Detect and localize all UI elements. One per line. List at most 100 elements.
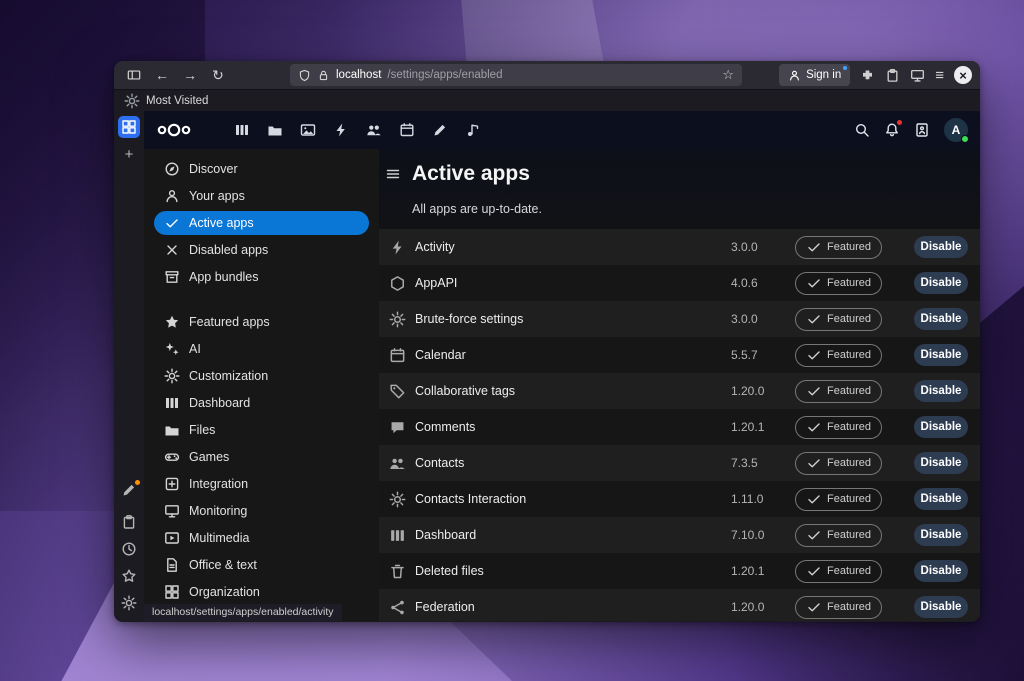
- dashboard-app-icon[interactable]: [234, 122, 250, 138]
- app-name[interactable]: Comments: [415, 420, 731, 434]
- avatar-letter: A: [952, 123, 961, 137]
- featured-badge: Featured: [795, 560, 882, 583]
- app-name[interactable]: Calendar: [415, 348, 731, 362]
- sidebar-item-office-text[interactable]: Office & text: [154, 553, 369, 577]
- music-app-icon[interactable]: [465, 122, 481, 138]
- disable-button[interactable]: Disable: [914, 380, 968, 402]
- calendar-app-icon[interactable]: [399, 122, 415, 138]
- notification-badge: [897, 120, 902, 125]
- app-row-calendar: Calendar 5.5.7 Featured Disable: [379, 337, 980, 373]
- library-icon[interactable]: [121, 514, 137, 530]
- disable-button[interactable]: Disable: [914, 524, 968, 546]
- app-row-activity: Activity 3.0.0 Featured Disable: [379, 229, 980, 265]
- contacts-app-icon[interactable]: [366, 122, 382, 138]
- app-version: 7.3.5: [731, 456, 795, 470]
- app-name[interactable]: Activity: [415, 240, 731, 254]
- app-menu-button[interactable]: ≡: [935, 67, 944, 84]
- url-bar[interactable]: localhost /settings/apps/enabled ☆: [290, 64, 742, 86]
- history-icon[interactable]: [121, 541, 137, 557]
- sidebar-item-label: Organization: [189, 585, 260, 599]
- app-version: 1.20.1: [731, 564, 795, 578]
- browser-tools-icon[interactable]: [910, 68, 925, 83]
- browser-window: ← → ↻ localhost /settings/apps/enabled ☆…: [114, 61, 980, 622]
- sidebar-item-disabled-apps[interactable]: Disabled apps: [154, 238, 369, 262]
- back-button[interactable]: ←: [150, 64, 174, 86]
- close-window-button[interactable]: ×: [954, 66, 972, 84]
- disable-button[interactable]: Disable: [914, 308, 968, 330]
- sign-in-button[interactable]: Sign in: [779, 64, 850, 86]
- check-icon: [806, 239, 822, 255]
- files-app-icon[interactable]: [267, 122, 283, 138]
- monitor-icon: [164, 503, 180, 519]
- sidebar-collapse-icon[interactable]: [385, 166, 401, 182]
- app-name[interactable]: Deleted files: [415, 564, 731, 578]
- sidebar-item-games[interactable]: Games: [154, 445, 369, 469]
- share-icon: [389, 599, 406, 616]
- app-name[interactable]: Dashboard: [415, 528, 731, 542]
- bookmarks-icon[interactable]: [121, 568, 137, 584]
- app-row-dashboard: Dashboard 7.10.0 Featured Disable: [379, 517, 980, 553]
- check-icon: [806, 383, 822, 399]
- active-tab[interactable]: [118, 116, 140, 138]
- photos-app-icon[interactable]: [300, 122, 316, 138]
- app-name[interactable]: Contacts Interaction: [415, 492, 731, 506]
- sidebar-item-discover[interactable]: Discover: [154, 157, 369, 181]
- reload-button[interactable]: ↻: [206, 64, 230, 86]
- activity-app-icon[interactable]: [333, 122, 349, 138]
- tracking-shield-icon[interactable]: [298, 69, 311, 82]
- sidebar-item-customization[interactable]: Customization: [154, 364, 369, 388]
- sidebar-toggle-button[interactable]: [122, 64, 146, 86]
- url-host: localhost: [336, 69, 381, 81]
- gear-icon: [389, 311, 406, 328]
- sidebar-item-files[interactable]: Files: [154, 418, 369, 442]
- notifications-button[interactable]: [884, 122, 900, 138]
- sidebar-item-organization[interactable]: Organization: [154, 580, 369, 604]
- sidebar-item-active-apps[interactable]: Active apps: [154, 211, 369, 235]
- featured-badge: Featured: [795, 272, 882, 295]
- app-name[interactable]: Brute-force settings: [415, 312, 731, 326]
- comment-icon: [389, 419, 406, 436]
- most-visited-bookmark[interactable]: Most Visited: [146, 95, 208, 107]
- sidebar-item-your-apps[interactable]: Your apps: [154, 184, 369, 208]
- settings-icon[interactable]: [121, 595, 137, 611]
- account-icon: [788, 69, 801, 82]
- notes-app-icon[interactable]: [432, 122, 448, 138]
- sidebar-item-monitoring[interactable]: Monitoring: [154, 499, 369, 523]
- avatar[interactable]: A: [944, 118, 968, 142]
- tools-button[interactable]: [121, 482, 137, 503]
- sidebar-item-ai[interactable]: AI: [154, 337, 369, 361]
- new-tab-button[interactable]: +: [125, 146, 134, 163]
- disable-button[interactable]: Disable: [914, 236, 968, 258]
- pocket-tray-icon[interactable]: [885, 68, 900, 83]
- sidebar-item-dashboard[interactable]: Dashboard: [154, 391, 369, 415]
- sidebar-item-label: Disabled apps: [189, 243, 268, 257]
- disable-button[interactable]: Disable: [914, 560, 968, 582]
- check-icon: [806, 347, 822, 363]
- sidebar-item-integration[interactable]: Integration: [154, 472, 369, 496]
- disable-button[interactable]: Disable: [914, 272, 968, 294]
- columns-icon: [389, 527, 406, 544]
- app-name[interactable]: Federation: [415, 600, 731, 614]
- bookmark-star-icon[interactable]: ☆: [722, 67, 734, 83]
- sidebar-item-app-bundles[interactable]: App bundles: [154, 265, 369, 289]
- disable-button[interactable]: Disable: [914, 596, 968, 618]
- search-icon[interactable]: [854, 122, 870, 138]
- nextcloud-logo[interactable]: [156, 121, 192, 139]
- disable-button[interactable]: Disable: [914, 488, 968, 510]
- disable-button[interactable]: Disable: [914, 452, 968, 474]
- app-name[interactable]: Collaborative tags: [415, 384, 731, 398]
- sidebar-item-multimedia[interactable]: Multimedia: [154, 526, 369, 550]
- featured-badge: Featured: [795, 308, 882, 331]
- toolbar-right-cluster: Sign in ≡ ×: [779, 64, 972, 86]
- forward-button[interactable]: →: [178, 64, 202, 86]
- contacts-menu-icon[interactable]: [914, 122, 930, 138]
- app-name[interactable]: Contacts: [415, 456, 731, 470]
- disable-button[interactable]: Disable: [914, 344, 968, 366]
- extensions-puzzle-icon[interactable]: [860, 68, 875, 83]
- desktop-wallpaper: ← → ↻ localhost /settings/apps/enabled ☆…: [0, 0, 1024, 681]
- lock-icon[interactable]: [317, 69, 330, 82]
- sidebar-item-featured-apps[interactable]: Featured apps: [154, 310, 369, 334]
- apps-sidebar: Discover Your apps Active apps Disabled …: [144, 149, 379, 621]
- disable-button[interactable]: Disable: [914, 416, 968, 438]
- app-name[interactable]: AppAPI: [415, 276, 731, 290]
